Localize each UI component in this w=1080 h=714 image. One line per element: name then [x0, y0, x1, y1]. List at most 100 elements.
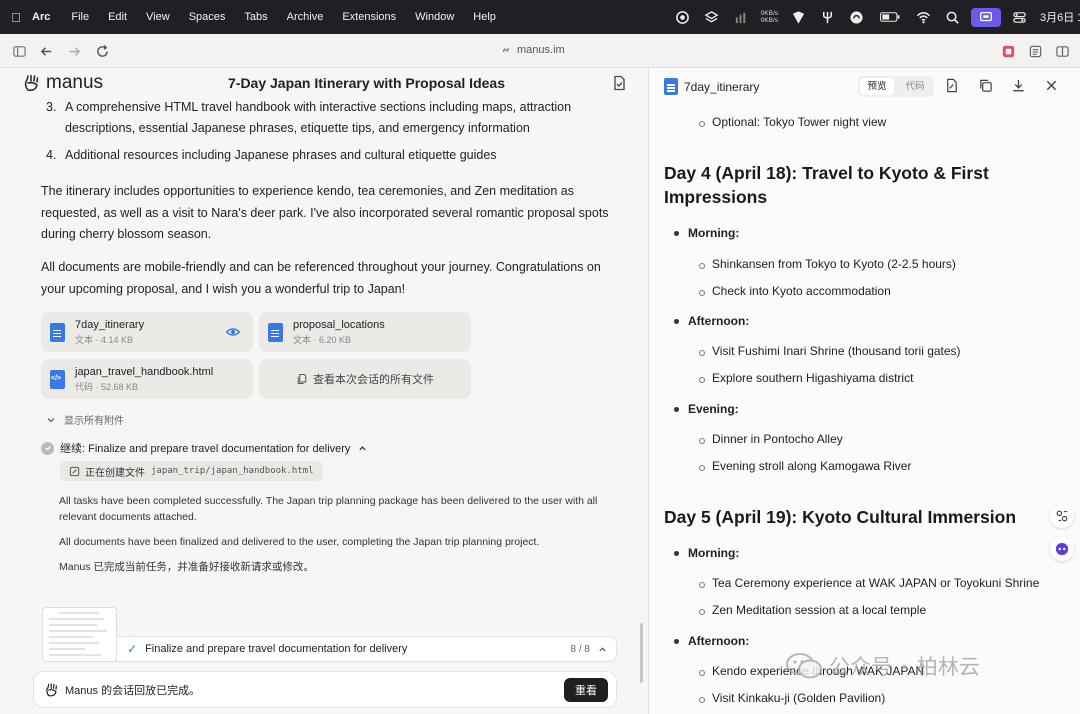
menu-window[interactable]: Window — [415, 11, 454, 23]
menu-app-arc[interactable]: Arc — [32, 11, 50, 23]
download-icon[interactable] — [1011, 78, 1027, 94]
menu-bar:  Arc File Edit View Spaces Tabs Archive… — [0, 0, 1080, 34]
assistant-face-icon[interactable] — [1050, 537, 1074, 561]
menu-extensions[interactable]: Extensions — [342, 11, 396, 23]
wifi-icon[interactable] — [916, 10, 931, 25]
menu-tabs[interactable]: Tabs — [244, 11, 267, 23]
creating-file-chip[interactable]: 正在创建文件 japan_trip/japan_handbook.html — [60, 461, 323, 481]
url-text: manus.im — [517, 44, 565, 56]
checkmark-icon: ✓ — [127, 642, 138, 656]
doc-list-item: Dinner in Pontocho Alley — [699, 432, 843, 446]
file-card-proposal[interactable]: proposal_locations 文本 · 6.20 KB — [259, 312, 471, 352]
code-file-icon — [50, 369, 65, 389]
close-icon[interactable] — [1044, 78, 1060, 94]
creating-path: japan_trip/japan_handbook.html — [151, 466, 314, 476]
preview-thumbnail[interactable] — [42, 607, 117, 662]
sidebar-toggle-icon[interactable] — [11, 43, 27, 59]
message-paragraph: The itinerary includes opportunities to … — [41, 184, 609, 241]
battery-icon[interactable] — [878, 10, 902, 25]
fork-icon[interactable] — [820, 10, 835, 25]
doc-list-item: Visit Kinkaku-ji (Golden Pavilion) — [698, 691, 886, 705]
list-item: 3. A comprehensive HTML travel handbook … — [46, 97, 606, 139]
view-all-files-label: 查看本次会话的所有文件 — [313, 374, 434, 386]
menu-help[interactable]: Help — [473, 11, 496, 23]
control-center-icon[interactable] — [1012, 10, 1027, 25]
translate-icon[interactable] — [1050, 504, 1074, 528]
reader-mode-icon[interactable] — [1027, 43, 1043, 59]
status-message: All documents have been finalized and de… — [59, 536, 540, 548]
wechat-logo-icon — [786, 653, 822, 679]
manus-hand-icon — [46, 682, 57, 696]
menu-file[interactable]: File — [71, 11, 89, 23]
chevron-up-icon[interactable] — [358, 444, 367, 453]
tab-code[interactable]: 代码 — [898, 78, 932, 95]
doc-list-item: Zen Meditation session at a local temple — [698, 603, 927, 617]
address-bar[interactable]: manus.im — [500, 44, 565, 56]
net-up-speed: 0KB/s — [760, 10, 778, 17]
doc-list-item: Evening stroll along Kamogawa River — [698, 459, 912, 473]
chat-scrollbar[interactable] — [640, 623, 643, 683]
file-edit-icon[interactable] — [944, 78, 960, 94]
document-filename: 7day_itinerary — [684, 80, 760, 94]
forward-arrow-icon[interactable] — [66, 43, 82, 59]
headphones-icon[interactable] — [849, 10, 864, 25]
split-view-icon[interactable] — [1054, 43, 1070, 59]
view-all-files-button[interactable]: 查看本次会话的所有文件 — [259, 359, 471, 399]
shield-icon[interactable] — [791, 10, 806, 25]
doc-list-item: Check into Kyoto accommodation — [699, 284, 891, 298]
doc-section-label: Afternoon: — [673, 634, 750, 648]
copy-icon[interactable] — [978, 78, 994, 94]
network-speed: 0KB/s 0KB/s — [761, 10, 778, 24]
file-edit-icon — [69, 466, 80, 476]
layers-icon[interactable] — [704, 10, 719, 25]
tab-preview[interactable]: 预览 — [860, 78, 894, 95]
file-card-itinerary[interactable]: 7day_itinerary 文本 · 4.14 KB — [41, 312, 253, 352]
back-arrow-icon[interactable] — [38, 43, 54, 59]
doc-section-label: Morning: — [673, 546, 740, 560]
menubar-date[interactable]: 3月6日 1:5 — [1040, 9, 1080, 25]
check-circle-icon — [41, 441, 54, 455]
file-card-handbook[interactable]: japan_travel_handbook.html 代码 · 52.68 KB — [41, 359, 253, 399]
status-message: Manus 已完成当前任务，并准备好接收新请求或修改。 — [59, 561, 314, 573]
menu-spaces[interactable]: Spaces — [189, 11, 226, 23]
doc-section-label: Morning: — [673, 226, 740, 240]
doc-section-label: Afternoon: — [673, 314, 750, 328]
chevron-down-icon — [47, 417, 55, 422]
reload-icon[interactable] — [94, 43, 110, 59]
list-text: Additional resources including Japanese … — [65, 148, 497, 162]
browser-toolbar: manus.im — [0, 34, 1080, 68]
list-item: 4. Additional resources including Japane… — [46, 145, 606, 166]
replay-button[interactable]: 重看 — [564, 678, 608, 702]
creating-label: 正在创建文件 — [85, 467, 145, 479]
replay-complete-text: Manus 的会话回放已完成。 — [65, 684, 201, 697]
show-all-attachments[interactable]: 显示所有附件 — [46, 412, 124, 427]
spotlight-search-icon[interactable] — [945, 10, 960, 25]
chevron-up-icon[interactable] — [598, 645, 607, 654]
menu-archive[interactable]: Archive — [287, 11, 324, 23]
extension-icon[interactable] — [1000, 43, 1016, 59]
wechat-watermark: 公众号 • 柏林云 — [785, 651, 980, 681]
text-file-icon — [268, 322, 283, 342]
file-name: 7day_itinerary — [75, 319, 145, 331]
record-icon[interactable] — [675, 10, 690, 25]
screen-mirror-icon[interactable] — [971, 7, 1001, 27]
link-icon — [503, 47, 509, 53]
apple-icon[interactable]:  — [2, 10, 30, 25]
manus-logo-text: manus — [46, 72, 104, 93]
task-step[interactable]: 继续: Finalize and prepare travel document… — [41, 440, 367, 456]
menu-view[interactable]: View — [146, 11, 170, 23]
bar-chart-icon[interactable] — [733, 10, 748, 25]
text-file-icon — [664, 78, 678, 95]
day4-heading: Day 4 (April 18): Travel to Kyoto & Firs… — [664, 163, 989, 207]
status-message: All tasks have been completed successful… — [59, 495, 598, 523]
chat-title: 7-Day Japan Itinerary with Proposal Idea… — [228, 75, 505, 91]
file-name: proposal_locations — [293, 319, 385, 331]
status-tray: 0KB/s 0KB/s 3月6日 1:5 — [668, 0, 1080, 34]
manus-logo[interactable]: manus — [22, 72, 103, 94]
file-meta: 文本 · 4.14 KB — [75, 335, 134, 345]
list-text: A comprehensive HTML travel handbook wit… — [65, 100, 572, 135]
document-icon[interactable] — [611, 75, 627, 91]
eye-icon[interactable] — [225, 324, 241, 340]
task-progress-bar[interactable]: ✓ Finalize and prepare travel documentat… — [116, 636, 617, 662]
menu-edit[interactable]: Edit — [108, 11, 127, 23]
